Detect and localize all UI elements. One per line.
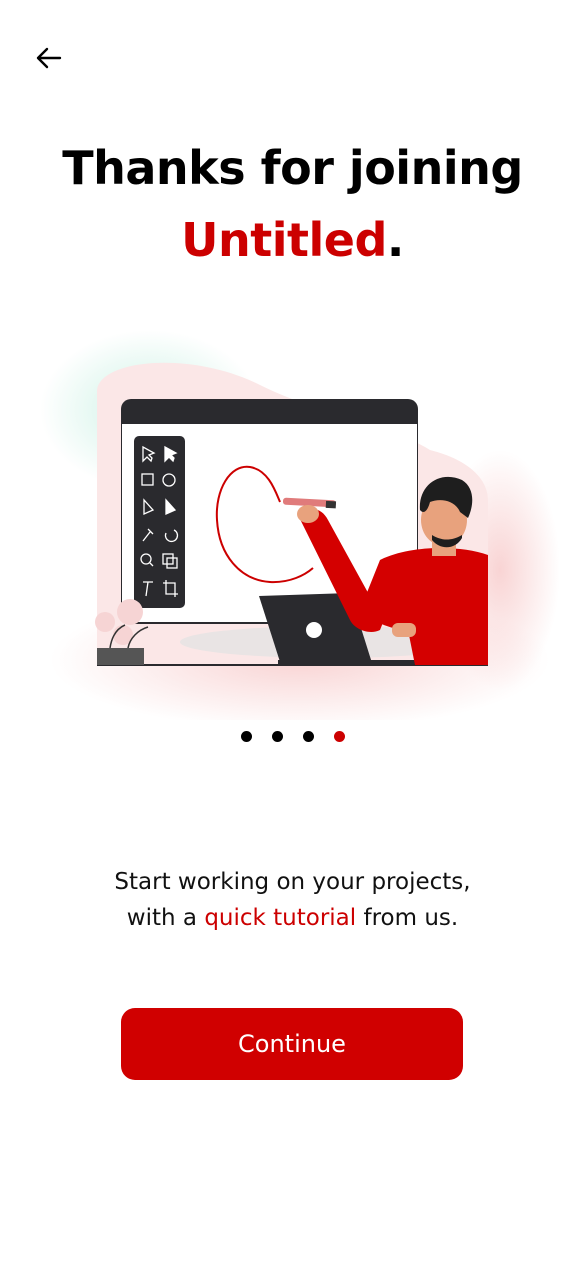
pagination-dot-4-active[interactable] — [333, 731, 345, 742]
subtitle-suffix: from us. — [356, 905, 459, 931]
pagination-dot-1[interactable] — [240, 731, 252, 742]
subtitle-highlight: quick tutorial — [204, 905, 357, 931]
title-period: . — [386, 213, 404, 267]
onboarding-screen: Thanks for joining Untitled. Start worki… — [0, 0, 585, 1266]
pagination-dot-2[interactable] — [271, 731, 283, 742]
title-line-1: Thanks for joining — [62, 141, 523, 195]
pagination-dots — [0, 731, 585, 742]
subtitle-prefix: with a — [126, 905, 205, 931]
subtitle-line-1: Start working on your projects, — [114, 869, 471, 895]
continue-button-label: Continue — [238, 1030, 346, 1058]
page-title: Thanks for joining Untitled. — [0, 132, 585, 276]
arrow-left-icon — [34, 46, 62, 74]
brand-name: Untitled — [181, 213, 387, 267]
designer-whiteboard-illustration — [0, 330, 585, 730]
subtitle-line-2: with a quick tutorial from us. — [0, 900, 585, 936]
title-line-2: Untitled. — [0, 204, 585, 276]
continue-button[interactable]: Continue — [121, 1008, 463, 1080]
back-button[interactable] — [28, 42, 68, 78]
pagination-dot-3[interactable] — [302, 731, 314, 742]
subtitle: Start working on your projects, with a q… — [0, 864, 585, 936]
